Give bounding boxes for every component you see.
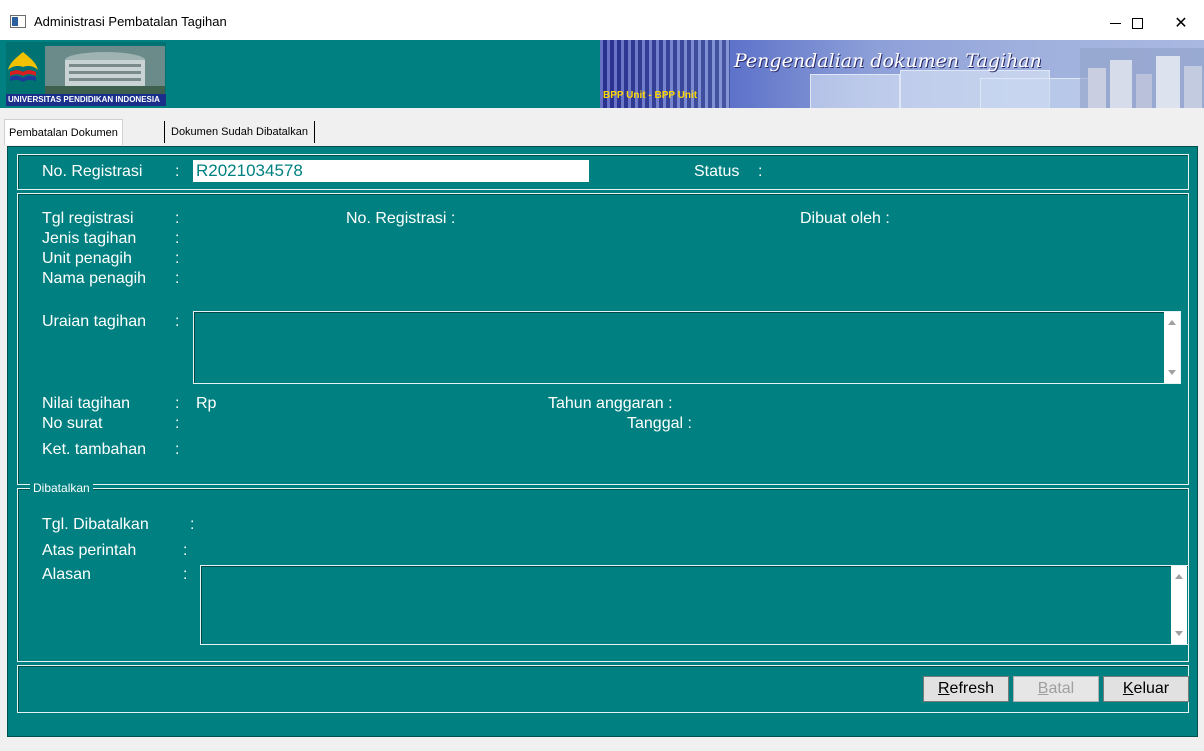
no-registrasi-detail-label: No. Registrasi : <box>346 210 456 227</box>
ket-tambahan-label: Ket. tambahan <box>42 441 147 458</box>
alasan-textarea[interactable] <box>200 565 1189 645</box>
alasan-scrollbar[interactable] <box>1171 566 1187 644</box>
colon: : <box>175 313 180 330</box>
scroll-up-icon[interactable] <box>1168 320 1176 325</box>
dibuat-oleh-label: Dibuat oleh : <box>800 210 890 227</box>
maximize-icon <box>1131 17 1143 29</box>
document-image <box>980 78 1090 108</box>
colon: : <box>175 395 180 412</box>
unit-penagih-label: Unit penagih <box>42 250 132 267</box>
tab-dokumen-sudah-dibatalkan[interactable]: Dokumen Sudah Dibatalkan <box>164 121 315 143</box>
unit-label: BPP Unit - BPP Unit <box>603 90 698 101</box>
no-registrasi-input[interactable] <box>193 160 589 182</box>
batal-label: atal <box>1048 680 1075 697</box>
colon: : <box>183 542 188 559</box>
dibatalkan-legend: Dibatalkan <box>30 481 93 495</box>
scroll-down-icon[interactable] <box>1175 631 1183 636</box>
app-icon[interactable] <box>10 15 26 28</box>
colon: : <box>175 230 180 247</box>
maximize-button[interactable] <box>1114 8 1160 38</box>
colon: : <box>190 516 195 533</box>
close-icon: ✕ <box>1174 15 1188 32</box>
uraian-tagihan-textarea[interactable] <box>193 311 1181 384</box>
alasan-label: Alasan <box>42 566 91 583</box>
uraian-scrollbar[interactable] <box>1164 312 1180 383</box>
refresh-accelerator: R <box>937 680 950 697</box>
document-image <box>810 74 900 108</box>
banner-slogan: Pengendalian dokumen Tagihan <box>734 50 1042 72</box>
colon: : <box>183 566 188 583</box>
no-registrasi-label: No. Registrasi <box>42 163 143 180</box>
window-title: Administrasi Pembatalan Tagihan <box>34 14 227 29</box>
colon: : <box>175 210 180 227</box>
refresh-label: efresh <box>949 680 995 697</box>
keluar-button[interactable]: Keluar <box>1103 676 1189 702</box>
nilai-tagihan-label: Nilai tagihan <box>42 395 131 412</box>
tgl-registrasi-label: Tgl registrasi <box>42 210 134 227</box>
colon: : <box>175 270 180 287</box>
tgl-dibatalkan-label: Tgl. Dibatalkan <box>42 516 149 533</box>
scroll-up-icon[interactable] <box>1175 574 1183 579</box>
close-button[interactable]: ✕ <box>1158 8 1204 38</box>
nama-penagih-label: Nama penagih <box>42 270 147 287</box>
tab-pembatalan-dokumen[interactable]: Pembatalan Dokumen <box>4 119 123 145</box>
city-skyline-image <box>1080 48 1204 108</box>
upi-emblem-icon <box>8 52 38 82</box>
uraian-tagihan-label: Uraian tagihan <box>42 313 147 330</box>
atas-perintah-label: Atas perintah <box>42 542 137 559</box>
colon: : <box>175 250 180 267</box>
refresh-button[interactable]: Refresh <box>923 676 1009 702</box>
no-surat-label: No surat <box>42 415 103 432</box>
jenis-tagihan-label: Jenis tagihan <box>42 230 137 247</box>
colon: : <box>175 441 180 458</box>
batal-accelerator: B <box>1037 680 1049 697</box>
keluar-label: eluar <box>1133 680 1170 697</box>
colon: : <box>175 163 180 180</box>
keluar-accelerator: K <box>1122 680 1134 697</box>
batal-button[interactable]: Batal <box>1013 676 1099 702</box>
dibatalkan-legend-text: Dibatalkan <box>33 481 90 495</box>
scroll-down-icon[interactable] <box>1168 370 1176 375</box>
building-image <box>45 46 165 98</box>
logo-caption: UNIVERSITAS PENDIDIKAN INDONESIA <box>6 94 166 106</box>
status-label: Status <box>694 163 740 180</box>
status-bar <box>0 737 1204 751</box>
tahun-anggaran-label: Tahun anggaran : <box>548 395 673 412</box>
colon: : <box>175 415 180 432</box>
colon: : <box>758 163 763 180</box>
nilai-tagihan-prefix: Rp <box>196 395 217 412</box>
tanggal-label: Tanggal : <box>627 415 692 432</box>
